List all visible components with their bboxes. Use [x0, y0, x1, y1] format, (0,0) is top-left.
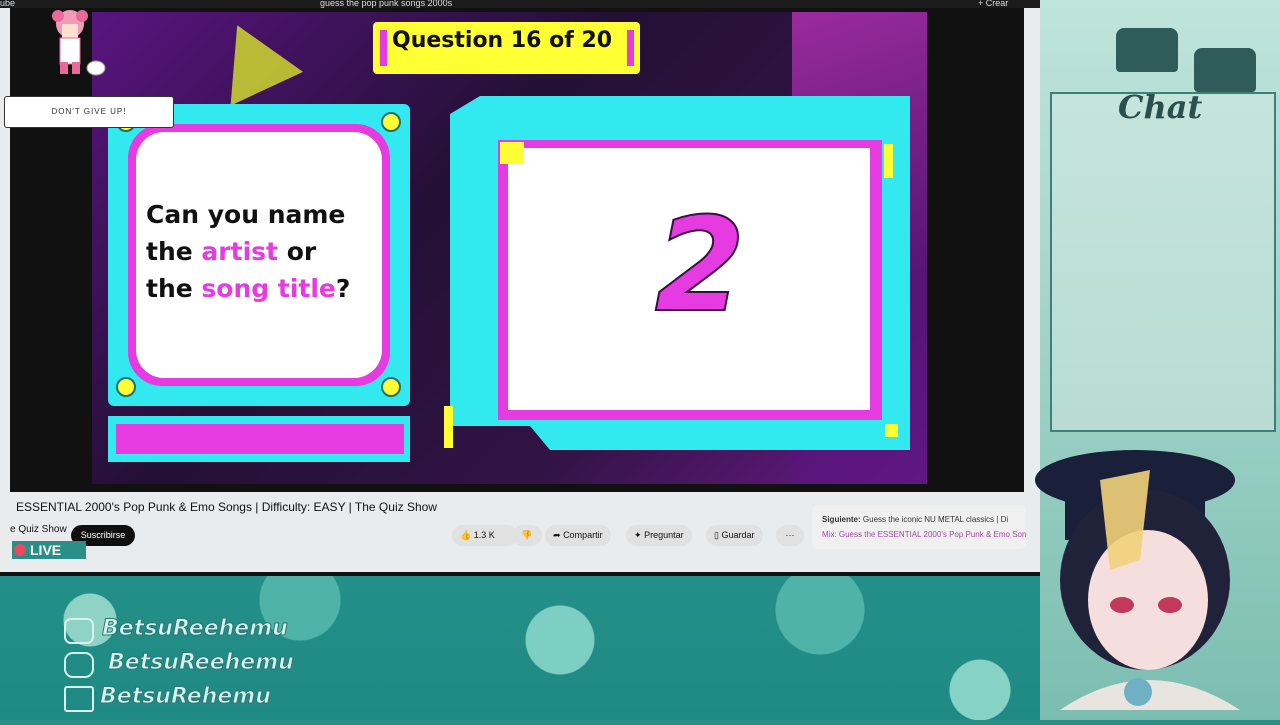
decor-triangle — [200, 12, 304, 106]
social-instagram: BetsuReehemu — [102, 616, 289, 642]
countdown-number: 2 — [654, 189, 746, 341]
corner-square — [500, 142, 524, 164]
ask-button[interactable]: ✦ Preguntar — [626, 525, 692, 546]
corner-bar — [884, 144, 893, 178]
corner-square — [885, 424, 898, 437]
instagram-icon — [64, 618, 94, 644]
search-query-tab[interactable]: guess the pop punk songs 2000s — [320, 0, 452, 8]
corner-dot — [116, 377, 136, 397]
corner-bar — [444, 406, 453, 448]
twitch-icon — [64, 686, 94, 712]
browser-topbar: ube guess the pop punk songs 2000s + Cre… — [0, 0, 1040, 8]
create-button[interactable]: + Crear — [978, 0, 1008, 8]
chat-box — [1050, 92, 1276, 432]
lantern-icon — [1116, 28, 1178, 72]
answer-bar — [116, 424, 404, 454]
channel-name[interactable]: e Quiz Show — [10, 524, 67, 535]
banner-accent — [627, 30, 634, 66]
prompt-line-1: Can you name — [146, 200, 346, 229]
live-badge: LIVE — [12, 541, 86, 559]
save-button[interactable]: ▯ Guardar — [706, 525, 763, 546]
quiz-prompt: Can you name the artist or the song titl… — [146, 196, 386, 307]
bookmark-icon: ▯ — [714, 530, 719, 540]
share-button[interactable]: ➦ Compartir — [545, 525, 611, 546]
video-title: ESSENTIAL 2000's Pop Punk & Emo Songs | … — [16, 500, 437, 514]
highlight-artist: artist — [201, 237, 278, 266]
highlight-song-title: song title — [201, 274, 336, 303]
like-button[interactable]: 👍 1.3 K — [452, 525, 518, 546]
thumbs-up-icon: 👍 — [460, 530, 472, 540]
up-next-label: Siguiente: — [822, 515, 861, 524]
corner-dot — [381, 112, 401, 132]
prompt-line-2: the artist or — [146, 237, 317, 266]
prompt-line-3: the song title? — [146, 274, 351, 303]
youtube-icon — [64, 652, 94, 678]
up-next-card[interactable]: Siguiente: Guess the iconic NU METAL cla… — [812, 505, 1026, 549]
thumbs-down-icon: 👎 — [521, 530, 533, 540]
corner-dot — [381, 377, 401, 397]
share-icon: ➦ — [553, 530, 561, 540]
vtuber-avatar — [1030, 410, 1280, 720]
up-next-title: Guess the iconic NU METAL classics | Di — [862, 515, 1009, 524]
tab-left[interactable]: ube — [0, 0, 15, 8]
live-label: LIVE — [30, 542, 62, 558]
mix-label: Mix: Guess the ESSENTIAL 2000's Pop Punk… — [822, 530, 1026, 539]
social-youtube: BetsuReehemu — [108, 650, 295, 676]
chat-title: Chat — [1118, 88, 1203, 126]
dislike-button[interactable]: 👎 — [512, 525, 542, 546]
social-twitch: BetsuRehemu — [100, 684, 272, 710]
more-button[interactable]: ··· — [776, 525, 804, 546]
live-dot-icon — [14, 544, 26, 556]
pixel-character-sprite — [48, 6, 106, 78]
like-count: 1.3 K — [473, 530, 495, 540]
sparkle-icon: ✦ — [634, 530, 642, 540]
lantern-icon — [1194, 48, 1256, 92]
banner-accent — [380, 30, 387, 66]
speech-bubble: DON'T GIVE UP! — [4, 96, 174, 128]
question-counter: Question 16 of 20 — [392, 28, 613, 53]
